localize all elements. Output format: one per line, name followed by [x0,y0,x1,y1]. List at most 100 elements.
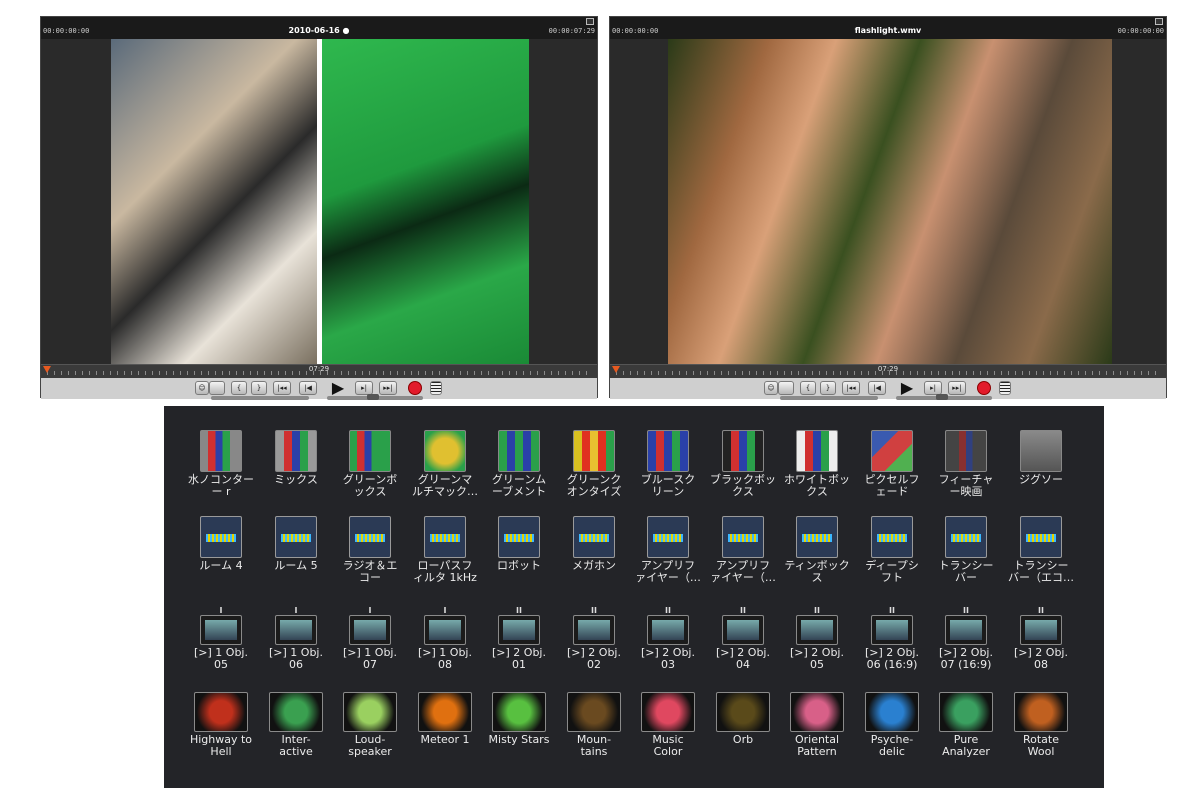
effects-browser: 水ノコンター ー r ミックス グリーンボ ックス グリーンマ ルチマック… グリーンム… [164,406,1104,788]
effect-tile[interactable]: ルーム 4 [184,516,258,572]
effect-tile[interactable]: ロボット [482,516,556,572]
waveform-icon [647,516,689,558]
effect-tile[interactable]: Music Color [631,692,705,758]
effect-tile[interactable]: II [>] 2 Obj. 06 (16:9) [855,606,929,671]
record-button[interactable] [977,381,991,395]
play-icon[interactable]: ▶ [329,380,347,396]
menu-icon[interactable] [430,381,442,395]
effect-tile[interactable]: トランシー バー（エコ… [1004,516,1078,584]
effect-label: [>] 2 Obj. 07 (16:9) [939,646,993,671]
effect-tile[interactable]: メガホン [557,516,631,572]
effect-tile[interactable]: ティンボック ス [780,516,854,584]
effect-tile[interactable]: ローパスフ ィルタ 1kHz [408,516,482,584]
prev-edit-button[interactable]: |◂◂ [842,381,860,395]
effect-tile[interactable]: I [>] 1 Obj. 07 [333,606,407,671]
effect-tile[interactable]: アンプリフ ァイヤー（… [706,516,780,584]
next-frame-button[interactable]: ▸| [355,381,373,395]
snapshot-button[interactable]: ☺ [195,381,209,395]
effect-tile[interactable]: Inter- active [259,692,333,758]
effect-label: Psyche- delic [870,733,914,758]
mark-out-button[interactable]: } [251,381,267,395]
effect-tile[interactable]: アンプリフ ァイヤー（… [631,516,705,584]
effect-tile[interactable]: フィーチャ ー映画 [929,430,1003,498]
shuttle-knob[interactable] [936,394,948,400]
mark-in-button[interactable]: { [231,381,247,395]
effect-label: 水ノコンター ー r [188,473,254,498]
effect-tile[interactable]: グリーンク オンタイズ [557,430,631,498]
group-number: II [889,606,895,615]
transition-thumbnail-icon [945,615,987,645]
aspect-button[interactable] [778,381,794,395]
effect-tile[interactable]: トランシー バー [929,516,1003,584]
prev-frame-button[interactable]: |◀ [299,381,317,395]
effect-label: [>] 2 Obj. 01 [492,646,546,671]
play-icon[interactable]: ▶ [898,380,916,396]
effect-tile[interactable]: II [>] 2 Obj. 01 [482,606,556,671]
mark-out-button[interactable]: } [820,381,836,395]
effect-label: ジグソー [1019,473,1063,486]
effect-tile[interactable]: グリーンム ーブメント [482,430,556,498]
effect-tile[interactable]: II [>] 2 Obj. 07 (16:9) [929,606,1003,671]
effect-tile[interactable]: Rotate Wool [1004,692,1078,758]
effect-tile[interactable]: II [>] 2 Obj. 04 [706,606,780,671]
snapshot-button[interactable]: ☺ [764,381,778,395]
prev-frame-button[interactable]: |◀ [868,381,886,395]
group-number: II [963,606,969,615]
effect-tile[interactable]: ジグソー [1004,430,1078,486]
effect-tile[interactable]: Pure Analyzer [929,692,1003,758]
waveform-icon [796,516,838,558]
effect-tile[interactable]: Oriental Pattern [780,692,854,758]
effect-tile[interactable]: I [>] 1 Obj. 06 [259,606,333,671]
effect-tile[interactable]: Orb [706,692,780,746]
effect-tile[interactable]: ルーム 5 [259,516,333,572]
effect-tile[interactable]: II [>] 2 Obj. 08 [1004,606,1078,671]
effect-tile[interactable]: Psyche- delic [855,692,929,758]
timeline-scrubber[interactable]: 07:29 [610,364,1166,378]
mark-in-button[interactable]: { [800,381,816,395]
effect-tile[interactable]: グリーンマ ルチマック… [408,430,482,498]
effect-tile[interactable]: ホワイトボッ クス [780,430,854,498]
record-button[interactable] [408,381,422,395]
video-filter-icon [498,430,540,472]
waveform-icon [945,516,987,558]
maximize-icon[interactable] [1155,18,1163,25]
effect-label: [>] 2 Obj. 08 [1014,646,1068,671]
effect-tile[interactable]: II [>] 2 Obj. 03 [631,606,705,671]
effect-label: Meteor 1 [420,733,470,746]
effect-label: メガホン [572,559,616,572]
next-edit-button[interactable]: ▸▸| [379,381,397,395]
maximize-icon[interactable] [586,18,594,25]
menu-icon[interactable] [999,381,1011,395]
effect-tile[interactable]: Misty Stars [482,692,556,746]
prev-edit-button[interactable]: |◂◂ [273,381,291,395]
effect-label: ブラックボッ クス [710,473,776,498]
effect-tile[interactable]: 水ノコンター ー r [184,430,258,498]
next-frame-button[interactable]: ▸| [924,381,942,395]
effect-tile[interactable]: ディープシ フト [855,516,929,584]
shuttle-knob[interactable] [367,394,379,400]
jog-dial[interactable] [211,396,309,400]
effect-tile[interactable]: I [>] 1 Obj. 05 [184,606,258,671]
video-filter-icon [647,430,689,472]
jog-dial[interactable] [780,396,878,400]
effect-tile[interactable]: Loud- speaker [333,692,407,758]
group-number: II [591,606,597,615]
effect-tile[interactable]: II [>] 2 Obj. 05 [780,606,854,671]
effect-tile[interactable]: I [>] 1 Obj. 08 [408,606,482,671]
effect-tile[interactable]: ミックス [259,430,333,486]
aspect-button[interactable] [209,381,225,395]
timeline-scrubber[interactable]: 07:29 [41,364,597,378]
visualizer-icon [939,692,993,732]
effect-tile[interactable]: ピクセルフ ェード [855,430,929,498]
effect-tile[interactable]: Moun- tains [557,692,631,758]
effect-tile[interactable]: II [>] 2 Obj. 02 [557,606,631,671]
effect-tile[interactable]: Highway to Hell [184,692,258,758]
effect-tile[interactable]: ブルースク リーン [631,430,705,498]
effect-tile[interactable]: Meteor 1 [408,692,482,746]
effect-tile[interactable]: グリーンボ ックス [333,430,407,498]
effect-label: トランシー バー [938,559,994,584]
next-edit-button[interactable]: ▸▸| [948,381,966,395]
effect-tile[interactable]: ブラックボッ クス [706,430,780,498]
effect-tile[interactable]: ラジオ＆エ コー [333,516,407,584]
visualizer-icon [567,692,621,732]
